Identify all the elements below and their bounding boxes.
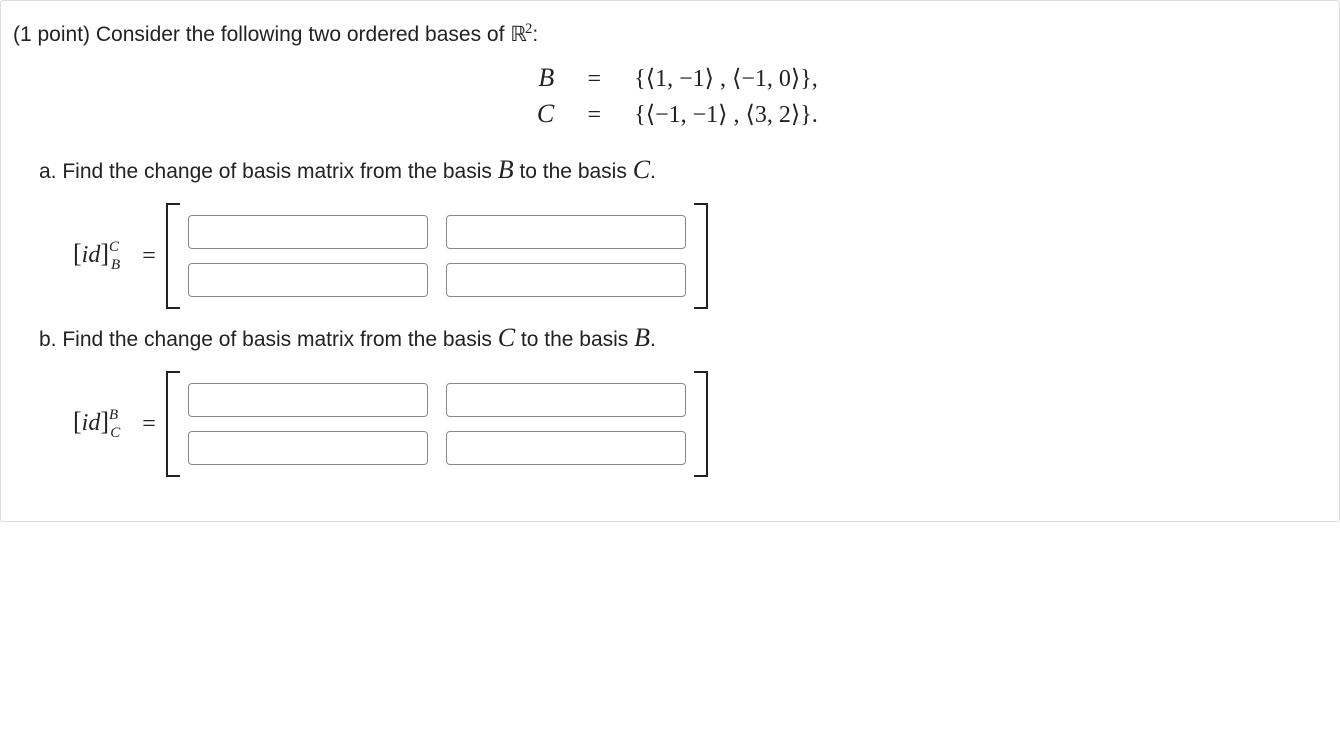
basis-definitions: B = {⟨1, −1⟩ , ⟨−1, 0⟩}, C = {⟨−1, −1⟩ ,… — [13, 63, 1321, 135]
basis-C-value: {⟨−1, −1⟩ , ⟨3, 2⟩}. — [634, 100, 818, 129]
equals-sign: = — [578, 102, 628, 129]
lead-text: Consider the following two ordered bases… — [96, 23, 510, 46]
equals-sign: = — [578, 66, 628, 93]
part-b-answer: [id]BC = — [73, 371, 1321, 477]
matrix-a-r2c1-input[interactable] — [188, 263, 428, 297]
part-b-prompt: b. Find the change of basis matrix from … — [39, 323, 1321, 353]
basis-C-symbol: C — [537, 99, 554, 128]
left-bracket-icon — [166, 371, 180, 477]
equals-sign: = — [142, 243, 156, 270]
matrix-b — [166, 371, 708, 477]
matrix-a-r2c2-input[interactable] — [446, 263, 686, 297]
right-bracket-icon — [694, 371, 708, 477]
matrix-a — [166, 203, 708, 309]
right-bracket-icon — [694, 203, 708, 309]
matrix-b-r2c1-input[interactable] — [188, 431, 428, 465]
matrix-a-r1c1-input[interactable] — [188, 215, 428, 249]
matrix-a-r1c2-input[interactable] — [446, 215, 686, 249]
points-label: (1 point) — [13, 23, 96, 46]
colon: : — [532, 23, 538, 46]
intro-text: (1 point) Consider the following two ord… — [13, 19, 1321, 49]
part-a-prompt: a. Find the change of basis matrix from … — [39, 155, 1321, 185]
part-a-answer: [id]CB = — [73, 203, 1321, 309]
problem-container: (1 point) Consider the following two ord… — [0, 0, 1340, 522]
basis-B-value: {⟨1, −1⟩ , ⟨−1, 0⟩}, — [634, 64, 818, 93]
id-label-a: [id]CB — [73, 239, 128, 273]
matrix-b-r2c2-input[interactable] — [446, 431, 686, 465]
matrix-b-r1c1-input[interactable] — [188, 383, 428, 417]
matrix-b-r1c2-input[interactable] — [446, 383, 686, 417]
equals-sign: = — [142, 411, 156, 438]
basis-B-symbol: B — [538, 63, 554, 92]
left-bracket-icon — [166, 203, 180, 309]
space-symbol: ℝ2 — [510, 22, 532, 46]
id-label-b: [id]BC — [73, 407, 128, 441]
